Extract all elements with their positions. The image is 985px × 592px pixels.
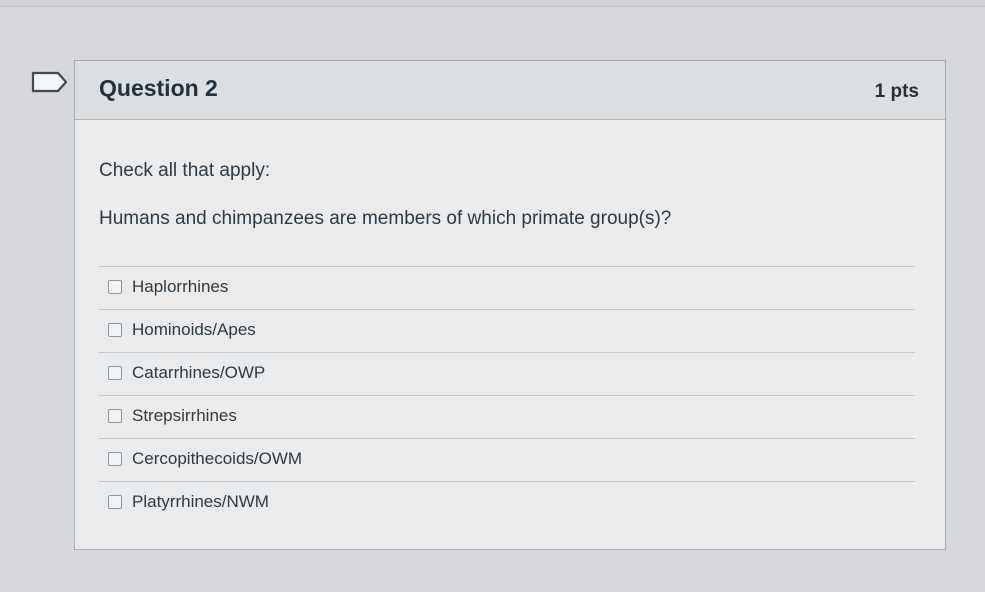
- answer-option[interactable]: Strepsirrhines: [99, 395, 915, 438]
- question-instruction: Check all that apply:: [99, 160, 271, 181]
- answer-checkbox[interactable]: [108, 452, 122, 466]
- answer-option[interactable]: Cercopithecoids/OWM: [99, 438, 915, 481]
- answer-checkbox[interactable]: [108, 409, 122, 423]
- answer-list: Haplorrhines Hominoids/Apes Catarrhines/…: [99, 266, 915, 524]
- answer-label[interactable]: Haplorrhines: [132, 277, 228, 297]
- answer-checkbox[interactable]: [108, 280, 122, 294]
- answer-checkbox[interactable]: [108, 495, 122, 509]
- question-card: Question 2 1 pts Check all that apply: H…: [74, 60, 946, 550]
- top-strip: [0, 0, 985, 7]
- answer-label[interactable]: Hominoids/Apes: [132, 320, 256, 340]
- answer-checkbox[interactable]: [108, 323, 122, 337]
- question-title: Question 2: [99, 75, 218, 101]
- answer-label[interactable]: Strepsirrhines: [132, 406, 237, 426]
- flag-question-icon[interactable]: [31, 71, 69, 93]
- answer-option[interactable]: Catarrhines/OWP: [99, 352, 915, 395]
- answer-label[interactable]: Catarrhines/OWP: [132, 363, 265, 383]
- question-prompt: Humans and chimpanzees are members of wh…: [99, 208, 672, 229]
- answer-option[interactable]: Haplorrhines: [99, 266, 915, 309]
- answer-option[interactable]: Hominoids/Apes: [99, 309, 915, 352]
- question-points: 1 pts: [874, 81, 919, 102]
- answer-option[interactable]: Platyrrhines/NWM: [99, 481, 915, 524]
- question-header: Question 2 1 pts: [75, 61, 945, 120]
- answer-label[interactable]: Platyrrhines/NWM: [132, 492, 269, 512]
- answer-label[interactable]: Cercopithecoids/OWM: [132, 449, 302, 469]
- answer-checkbox[interactable]: [108, 366, 122, 380]
